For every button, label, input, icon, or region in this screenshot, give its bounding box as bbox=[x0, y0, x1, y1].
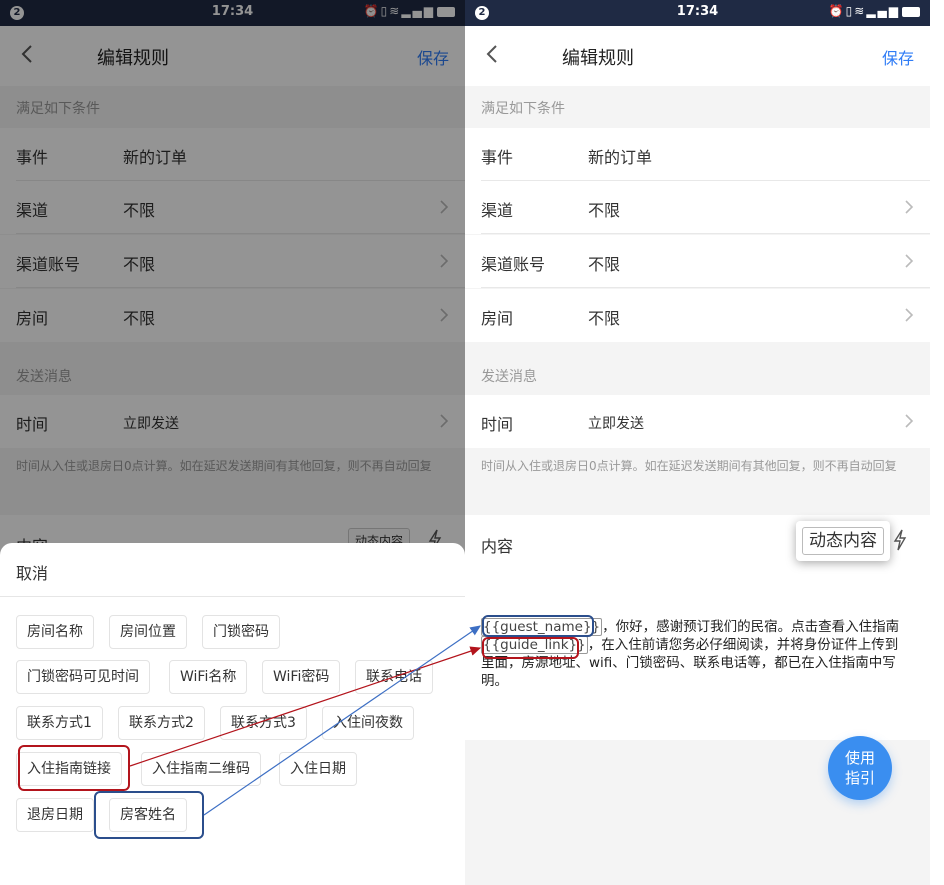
content-label: 内容 bbox=[481, 537, 514, 556]
save-button[interactable]: 保存 bbox=[882, 45, 914, 69]
row-value: 新的订单 bbox=[588, 148, 653, 167]
status-icons: ⏰▯≋▂▄▆ bbox=[829, 4, 920, 18]
chip-contact-phone[interactable]: 联系电话 bbox=[355, 660, 433, 694]
wifi-icon: ≋ bbox=[854, 4, 867, 18]
chip-guest-name[interactable]: 房客姓名 bbox=[109, 798, 187, 832]
chip-lock-code[interactable]: 门锁密码 bbox=[202, 615, 280, 649]
row-value: 不限 bbox=[588, 309, 621, 328]
row-room[interactable]: 房间 不限 bbox=[465, 289, 930, 342]
row-label: 事件 bbox=[481, 148, 514, 167]
row-label: 渠道账号 bbox=[481, 255, 546, 274]
battery-icon bbox=[902, 6, 920, 17]
row-send-time[interactable]: 时间 立即发送 bbox=[465, 395, 930, 448]
vibrate-icon: ▯ bbox=[845, 4, 855, 18]
row-value: 不限 bbox=[588, 201, 621, 220]
row-label: 房间 bbox=[481, 309, 514, 328]
guide-button-line2: 指引 bbox=[844, 769, 875, 787]
signal-icon: ▂▄▆ bbox=[866, 4, 900, 18]
row-channel[interactable]: 渠道 不限 bbox=[465, 181, 930, 234]
chevron-right-icon bbox=[905, 308, 914, 322]
chip-nights[interactable]: 入住间夜数 bbox=[322, 706, 414, 740]
chip-contact-3[interactable]: 联系方式3 bbox=[220, 706, 307, 740]
variable-guide-link: {{guide_link}} bbox=[481, 636, 588, 654]
chip-guide-link[interactable]: 入住指南链接 bbox=[16, 752, 122, 786]
row-label: 渠道 bbox=[481, 201, 514, 220]
guide-button[interactable]: 使用 指引 bbox=[828, 736, 892, 800]
chevron-right-icon bbox=[905, 414, 914, 428]
chevron-right-icon bbox=[905, 200, 914, 214]
cancel-button[interactable]: 取消 bbox=[16, 560, 48, 584]
chip-guide-qrcode[interactable]: 入住指南二维码 bbox=[141, 752, 261, 786]
guide-button-line1: 使用 bbox=[844, 749, 875, 767]
chip-wifi-name[interactable]: WiFi名称 bbox=[169, 660, 248, 694]
message-text-part1: ，你好，感谢预订我们的民宿。点击查看入住指南 bbox=[602, 619, 900, 635]
nav-bar: 编辑规则 保存 bbox=[465, 26, 930, 86]
row-event[interactable]: 事件 新的订单 bbox=[465, 128, 930, 181]
chip-room-location[interactable]: 房间位置 bbox=[109, 615, 187, 649]
dynamic-content-sheet: 取消 房间名称 房间位置 门锁密码 门锁密码可见时间 WiFi名称 WiFi密码… bbox=[0, 543, 465, 885]
divider bbox=[481, 287, 930, 288]
row-value: 立即发送 bbox=[588, 416, 644, 432]
chevron-right-icon bbox=[905, 254, 914, 268]
divider bbox=[0, 596, 465, 597]
left-screen: 2 17:34 ⏰▯≋▂▄▆ 编辑规则 保存 满足如下条件 事件 新的订单 渠道… bbox=[0, 0, 465, 885]
bolt-icon[interactable] bbox=[892, 529, 908, 551]
send-section-label: 发送消息 bbox=[481, 369, 537, 385]
chip-checkin-date[interactable]: 入住日期 bbox=[279, 752, 357, 786]
chip-contact-1[interactable]: 联系方式1 bbox=[16, 706, 103, 740]
chip-lock-code-visible-time[interactable]: 门锁密码可见时间 bbox=[16, 660, 150, 694]
chip-contact-2[interactable]: 联系方式2 bbox=[118, 706, 205, 740]
chip-wifi-password[interactable]: WiFi密码 bbox=[262, 660, 341, 694]
chip-checkout-date[interactable]: 退房日期 bbox=[16, 798, 94, 832]
row-value: 不限 bbox=[588, 255, 621, 274]
message-textarea[interactable]: {{guest_name}} ，你好，感谢预订我们的民宿。点击查看入住指南 {{gu… bbox=[481, 618, 910, 690]
row-channel-account[interactable]: 渠道账号 不限 bbox=[465, 235, 930, 288]
dynamic-content-button[interactable]: 动态内容 bbox=[796, 521, 890, 561]
back-arrow-icon[interactable] bbox=[485, 44, 499, 64]
page-title: 编辑规则 bbox=[562, 48, 634, 69]
variable-guest-name: {{guest_name}} bbox=[481, 618, 603, 636]
conditions-section-label: 满足如下条件 bbox=[481, 101, 565, 117]
send-hint: 时间从入住或退房日0点计算。如在延迟发送期间有其他回复，则不再自动回复 bbox=[481, 459, 897, 473]
divider bbox=[481, 233, 930, 234]
status-bar: 2 17:34 ⏰▯≋▂▄▆ bbox=[465, 0, 930, 26]
chip-room-name[interactable]: 房间名称 bbox=[16, 615, 94, 649]
row-label: 时间 bbox=[481, 415, 514, 434]
right-screen: 2 17:34 ⏰▯≋▂▄▆ 编辑规则 保存 满足如下条件 事件 新的订单 渠道… bbox=[465, 0, 930, 885]
alarm-icon: ⏰ bbox=[828, 4, 846, 18]
